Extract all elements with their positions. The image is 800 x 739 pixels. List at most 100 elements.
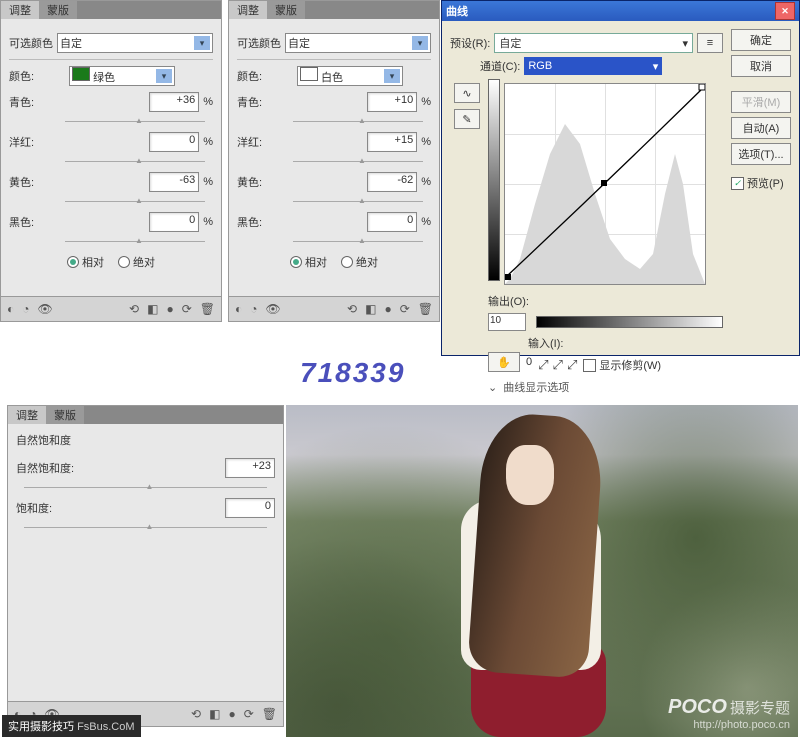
chevron-down-icon: ▾ <box>682 37 688 50</box>
white-eyedropper-icon[interactable]: ⤢ <box>567 357 577 373</box>
adjustment-icon[interactable]: ◐ <box>7 302 14 316</box>
radio-relative[interactable]: 相对 <box>67 254 104 270</box>
back-icon[interactable]: ⟲ <box>191 707 201 721</box>
dialog-title: 曲线 <box>446 3 468 19</box>
adjustment-icon[interactable]: ◐ <box>235 302 242 316</box>
cyan-slider[interactable] <box>65 118 205 126</box>
options-button[interactable]: 选项(T)... <box>731 143 791 165</box>
trash-icon[interactable]: 🗑 <box>200 302 215 316</box>
magenta-slider[interactable] <box>65 158 205 166</box>
trash-icon[interactable]: 🗑 <box>418 302 433 316</box>
chevron-down-icon: ▾ <box>194 36 210 50</box>
pencil-tool-icon[interactable]: ✎ <box>454 109 480 129</box>
close-icon[interactable]: ✕ <box>775 2 795 20</box>
vibrance-label: 自然饱和度: <box>16 460 96 476</box>
reset-icon[interactable]: ⟳ <box>400 302 410 316</box>
smooth-button: 平滑(M) <box>731 91 791 113</box>
curves-titlebar[interactable]: 曲线 ✕ <box>442 1 799 21</box>
color-select[interactable]: 白色▾ <box>297 66 403 86</box>
swatch-green <box>72 67 90 81</box>
saturation-value[interactable]: 0 <box>225 498 275 518</box>
eye-icon[interactable]: ● <box>228 707 235 721</box>
trash-icon[interactable]: 🗑 <box>262 707 277 721</box>
saturation-slider[interactable] <box>24 524 267 532</box>
circle-icon[interactable]: ◔ <box>250 302 257 316</box>
cyan-value[interactable]: +10 <box>367 92 417 112</box>
panel-icon-bar: ◐ ◔ 👁 ⟲ ◧ ● ⟳ 🗑 <box>1 296 221 321</box>
yellow-slider[interactable] <box>293 198 423 206</box>
selective-color-panel-white: 调整蒙版 可选颜色 自定▾ 颜色: 白色▾ 青色:+10% 洋红:+15% 黄色… <box>228 0 440 322</box>
back-icon[interactable]: ⟲ <box>129 302 139 316</box>
clip-icon[interactable]: ◧ <box>209 707 220 721</box>
reset-icon[interactable]: ⟳ <box>182 302 192 316</box>
cyan-slider[interactable] <box>293 118 423 126</box>
eye-icon[interactable]: ● <box>384 302 391 316</box>
black-slider[interactable] <box>293 238 423 246</box>
curve-display-options[interactable]: ⌄曲线显示选项 <box>488 379 723 395</box>
reset-icon[interactable]: ⟳ <box>244 707 254 721</box>
radio-absolute[interactable]: 绝对 <box>341 254 378 270</box>
radio-absolute[interactable]: 绝对 <box>118 254 155 270</box>
back-icon[interactable]: ⟲ <box>347 302 357 316</box>
eye-icon[interactable]: 👁 <box>266 302 281 316</box>
show-clipping-checkbox[interactable]: 显示修剪(W) <box>583 357 661 373</box>
tab-adjustments[interactable]: 调整 <box>229 1 267 19</box>
preset-menu-icon[interactable]: ≡ <box>697 33 723 53</box>
magenta-label: 洋红: <box>9 134 65 150</box>
black-value[interactable]: 0 <box>149 212 199 232</box>
curves-dialog: 曲线 ✕ 预设(R): 自定▾ ≡ 通道(C): RGB▾ ∿ ✎ <box>441 0 800 356</box>
clip-icon[interactable]: ◧ <box>147 302 158 316</box>
yellow-label: 黄色: <box>9 174 65 190</box>
preset-select[interactable]: 自定▾ <box>57 33 213 53</box>
saturation-label: 饱和度: <box>16 500 96 516</box>
adjustment-type: 可选颜色 <box>9 35 53 51</box>
gray-eyedropper-icon[interactable]: ⤢ <box>553 357 563 373</box>
panel-body: 可选颜色 自定▾ 颜色: 绿色▾ 青色:+36% 洋红:0% 黄色:-63% 黑… <box>1 19 221 286</box>
panel-header: 调整 蒙版 <box>1 1 221 19</box>
eye-icon[interactable]: 👁 <box>38 302 53 316</box>
ok-button[interactable]: 确定 <box>731 29 791 51</box>
magenta-slider[interactable] <box>293 158 423 166</box>
vibrance-slider[interactable] <box>24 484 267 492</box>
histogram-icon <box>505 84 705 284</box>
color-label: 颜色: <box>237 68 293 84</box>
cyan-value[interactable]: +36 <box>149 92 199 112</box>
tab-masks[interactable]: 蒙版 <box>39 1 77 19</box>
chevron-down-icon: ⌄ <box>488 381 497 394</box>
eye-icon[interactable]: ● <box>166 302 173 316</box>
color-select[interactable]: 绿色▾ <box>69 66 175 86</box>
chevron-down-icon: ▾ <box>384 69 400 83</box>
magenta-value[interactable]: +15 <box>367 132 417 152</box>
black-slider[interactable] <box>65 238 205 246</box>
tab-masks[interactable]: 蒙版 <box>267 1 305 19</box>
yellow-value[interactable]: -63 <box>149 172 199 192</box>
photo-preview: POCO 摄影专题 http://photo.poco.cn <box>286 405 798 737</box>
preset-select[interactable]: 自定▾ <box>494 33 693 53</box>
clip-icon[interactable]: ◧ <box>365 302 376 316</box>
cancel-button[interactable]: 取消 <box>731 55 791 77</box>
hand-tool-icon[interactable]: ✋ <box>488 352 520 372</box>
input-value[interactable]: 0 <box>526 356 532 368</box>
cyan-label: 青色: <box>9 94 65 110</box>
circle-icon[interactable]: ◔ <box>22 302 29 316</box>
yellow-slider[interactable] <box>65 198 205 206</box>
tab-adjustments[interactable]: 调整 <box>1 1 39 19</box>
auto-button[interactable]: 自动(A) <box>731 117 791 139</box>
channel-select[interactable]: RGB▾ <box>524 57 662 75</box>
preview-checkbox[interactable]: ✓预览(P) <box>731 175 791 191</box>
output-value[interactable]: 10 <box>488 313 526 331</box>
tab-masks[interactable]: 蒙版 <box>46 406 84 424</box>
tab-adjustments[interactable]: 调整 <box>8 406 46 424</box>
black-eyedropper-icon[interactable]: ⤢ <box>538 357 548 373</box>
magenta-value[interactable]: 0 <box>149 132 199 152</box>
yellow-value[interactable]: -62 <box>367 172 417 192</box>
output-label: 输出(O): <box>488 293 529 309</box>
radio-relative[interactable]: 相对 <box>290 254 327 270</box>
swatch-white <box>300 67 318 81</box>
vibrance-value[interactable]: +23 <box>225 458 275 478</box>
vibrance-panel: 调整蒙版 自然饱和度 自然饱和度:+23 饱和度:0 ◐◔👁⟲◧●⟳🗑 <box>7 405 284 727</box>
curves-graph[interactable] <box>504 83 706 285</box>
curve-tool-icon[interactable]: ∿ <box>454 83 480 103</box>
black-value[interactable]: 0 <box>367 212 417 232</box>
preset-select[interactable]: 自定▾ <box>285 33 431 53</box>
